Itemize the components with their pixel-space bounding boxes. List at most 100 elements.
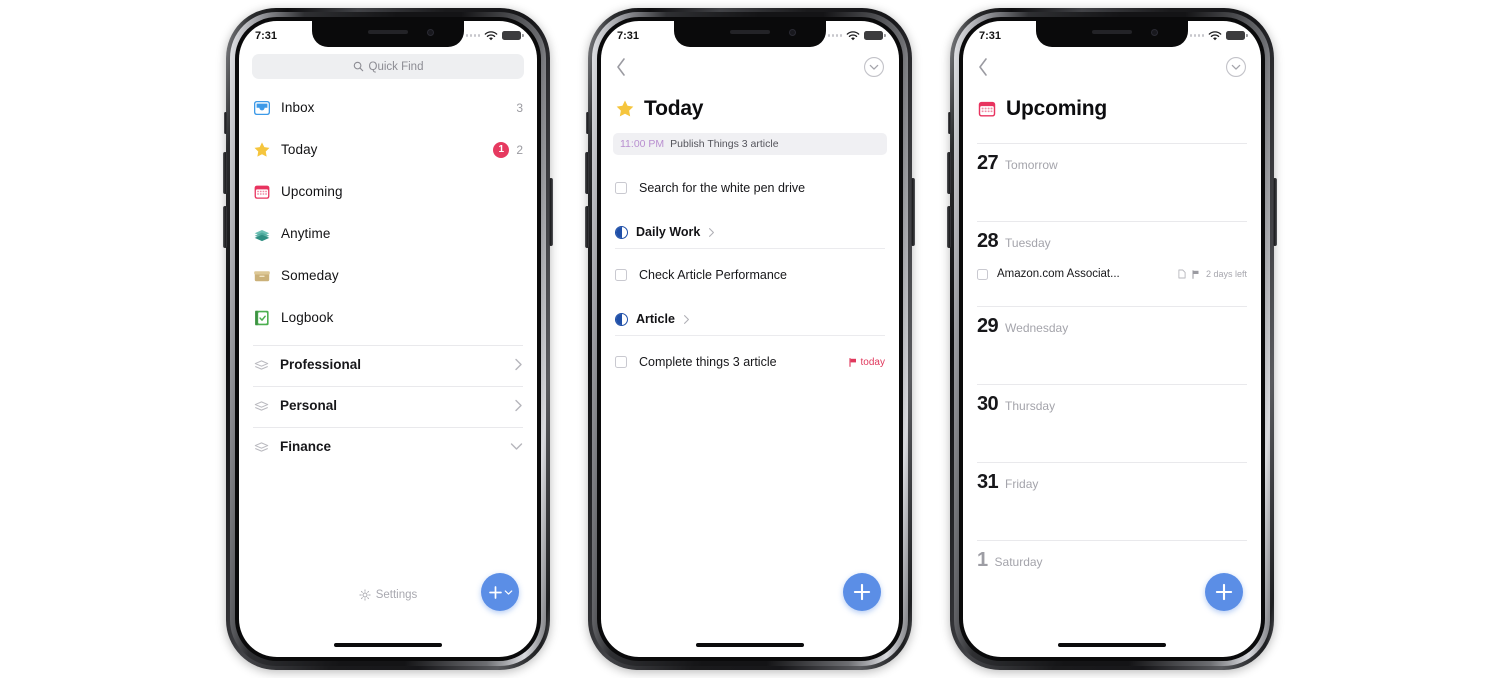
checkbox-icon[interactable] <box>977 268 988 280</box>
calendar-icon <box>253 183 271 201</box>
project-progress-icon <box>615 225 628 239</box>
nav-bar <box>601 47 899 87</box>
collapse-circle-icon[interactable] <box>863 56 885 78</box>
front-camera <box>1151 29 1158 36</box>
day-section-29[interactable]: 29 Wednesday <box>977 306 1247 384</box>
home-indicator[interactable] <box>696 643 804 647</box>
mute-switch[interactable] <box>224 112 227 134</box>
day-list: 27 Tomorrow 28 Tuesday Amazon.com Associ… <box>963 143 1261 618</box>
phone-upcoming: 7:31 Upcoming 27 Tomorrow 28 Tuesday Ama… <box>947 8 1277 670</box>
sidebar-item-count: 3 <box>516 100 523 115</box>
day-name: Friday <box>1005 477 1039 491</box>
status-time: 7:31 <box>617 29 640 42</box>
chevron-right-icon <box>708 227 715 238</box>
day-number: 30 <box>977 393 999 415</box>
logbook-icon <box>253 309 271 327</box>
volume-down-button[interactable] <box>585 206 589 248</box>
day-name: Wednesday <box>1005 321 1069 335</box>
home-indicator[interactable] <box>334 643 442 647</box>
sidebar-item-personal[interactable]: Personal <box>253 387 523 423</box>
task-row[interactable]: Amazon.com Associat... 2 days left <box>977 260 1247 288</box>
add-todo-button[interactable] <box>481 573 519 611</box>
battery-icon <box>502 30 524 41</box>
sidebar-item-logbook[interactable]: Logbook <box>253 303 523 332</box>
day-section-28[interactable]: 28 Tuesday Amazon.com Associat... 2 days… <box>977 221 1247 306</box>
sidebar-item-label: Logbook <box>281 310 334 325</box>
add-todo-button[interactable] <box>843 573 881 611</box>
calendar-event-row[interactable]: 11:00 PM Publish Things 3 article <box>613 133 887 155</box>
sidebar-item-today[interactable]: Today 1 2 <box>253 135 523 164</box>
home-indicator[interactable] <box>1058 643 1166 647</box>
flag-icon <box>848 357 857 367</box>
event-name: Publish Things 3 article <box>670 138 779 150</box>
sidebar-item-upcoming[interactable]: Upcoming <box>253 177 523 206</box>
phone-screen: 7:31 Quick Find Inbox 3 Today 1 2 Upcomi… <box>239 21 537 657</box>
task-row[interactable]: Complete things 3 article today <box>601 347 899 377</box>
power-button[interactable] <box>549 178 553 246</box>
project-header-daily-work[interactable]: Daily Work <box>601 203 899 239</box>
star-icon <box>253 141 271 159</box>
power-button[interactable] <box>1273 178 1277 246</box>
sidebar-item-anytime[interactable]: Anytime <box>253 219 523 248</box>
signal-dots-icon <box>465 34 480 37</box>
notch <box>674 21 826 47</box>
divider <box>615 335 885 336</box>
day-number: 31 <box>977 471 999 493</box>
checkbox-icon[interactable] <box>615 269 627 281</box>
power-button[interactable] <box>911 178 915 246</box>
task-row[interactable]: Check Article Performance <box>601 260 899 290</box>
day-number: 1 <box>977 549 988 571</box>
back-button[interactable] <box>615 57 627 77</box>
sidebar-item-someday[interactable]: Someday <box>253 261 523 290</box>
project-name: Article <box>636 312 675 326</box>
back-button[interactable] <box>977 57 989 77</box>
star-icon <box>615 99 635 119</box>
volume-down-button[interactable] <box>947 206 951 248</box>
task-row[interactable]: Search for the white pen drive <box>601 173 899 203</box>
area-icon <box>253 356 270 373</box>
volume-up-button[interactable] <box>947 152 951 194</box>
phone-screen: 7:31 <box>963 21 1261 657</box>
divider <box>977 540 1247 541</box>
status-badge: 1 <box>493 141 510 158</box>
note-icon <box>1178 269 1186 279</box>
add-todo-button[interactable] <box>1205 573 1243 611</box>
checkbox-icon[interactable] <box>615 356 627 368</box>
day-section-1[interactable]: 1 Saturday <box>977 540 1247 618</box>
sidebar-item-finance[interactable]: Finance <box>253 428 523 464</box>
collapse-circle-icon[interactable] <box>1225 56 1247 78</box>
day-section-27[interactable]: 27 Tomorrow <box>977 143 1247 221</box>
day-number: 28 <box>977 230 999 252</box>
day-section-30[interactable]: 30 Thursday <box>977 384 1247 462</box>
day-section-31[interactable]: 31 Friday <box>977 462 1247 540</box>
project-header-article[interactable]: Article <box>601 290 899 326</box>
upcoming-body: Upcoming 27 Tomorrow 28 Tuesday Amazon.c… <box>963 47 1261 657</box>
sidebar-item-label: Anytime <box>281 226 331 241</box>
day-name: Tomorrow <box>1005 158 1058 172</box>
day-tasks <box>977 175 1247 221</box>
volume-down-button[interactable] <box>223 206 227 248</box>
sidebar-item-professional[interactable]: Professional <box>253 346 523 382</box>
search-input[interactable]: Quick Find <box>252 54 524 79</box>
today-body: Today 11:00 PM Publish Things 3 article … <box>601 47 899 657</box>
volume-up-button[interactable] <box>223 152 227 194</box>
sidebar-item-inbox[interactable]: Inbox 3 <box>253 93 523 122</box>
earpiece-speaker <box>368 30 408 34</box>
phone-today: 7:31 Today 11:00 PM Publish Things 3 art… <box>585 8 915 670</box>
mute-switch[interactable] <box>586 112 589 134</box>
divider <box>615 248 885 249</box>
inbox-icon <box>253 99 271 117</box>
day-tasks: Amazon.com Associat... 2 days left <box>977 260 1247 306</box>
mute-switch[interactable] <box>948 112 951 134</box>
phone-screen: 7:31 <box>601 21 899 657</box>
volume-up-button[interactable] <box>585 152 589 194</box>
checkbox-icon[interactable] <box>615 182 627 194</box>
notch <box>1036 21 1188 47</box>
day-name: Tuesday <box>1005 236 1051 250</box>
search-icon <box>353 61 364 72</box>
task-title: Search for the white pen drive <box>639 181 806 195</box>
earpiece-speaker <box>730 30 770 34</box>
calendar-icon <box>977 99 997 119</box>
days-left-label: 2 days left <box>1205 269 1247 279</box>
layers-icon <box>253 225 271 243</box>
